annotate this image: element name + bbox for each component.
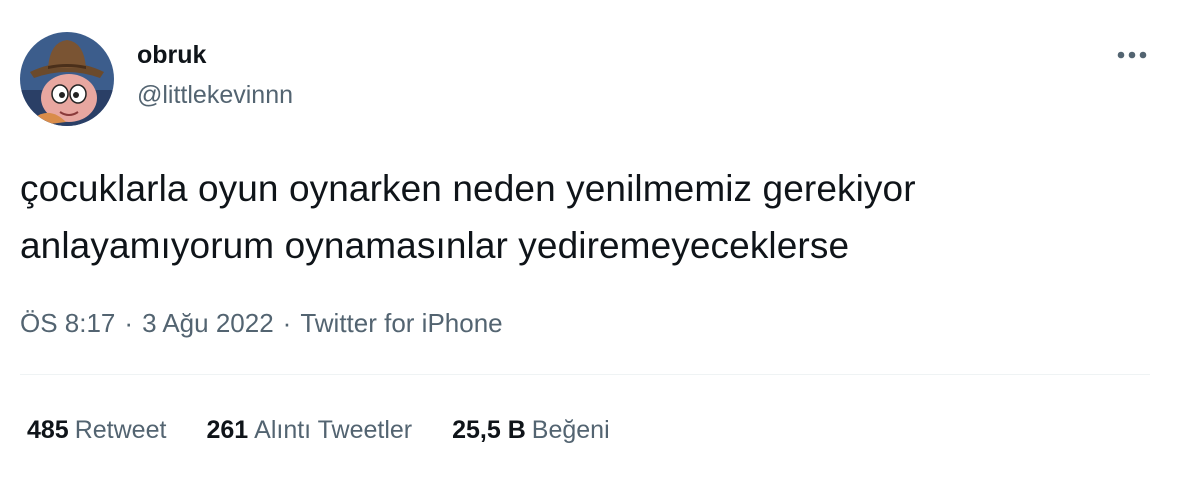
tweet-text-line: anlayamıyorum oynamasınlar yediremeyecek… <box>20 225 850 266</box>
tweet-date: 3 Ağu 2022 <box>142 308 274 338</box>
cartoon-cowboy-avatar-icon <box>20 32 114 126</box>
tweet-source[interactable]: Twitter for iPhone <box>300 308 502 338</box>
quote-count: 261 <box>206 416 249 444</box>
user-handle[interactable]: @littlekevinnn <box>137 78 293 112</box>
tweet-text: çocuklarla oyun oynarken neden yenilmemi… <box>20 160 1150 274</box>
tweet-text-line: çocuklarla oyun oynarken neden yenilmemi… <box>20 168 916 209</box>
engagement-stats: 485 Retweet 261 Alıntı Tweetler 25,5 B Beğe… <box>27 412 610 448</box>
tweet-timestamp[interactable]: ÖS 8:17 · 3 Ağu 2022 <box>20 308 274 338</box>
divider <box>20 374 1150 375</box>
retweet-count: 485 <box>27 416 69 444</box>
tweet-metadata: ÖS 8:17 · 3 Ağu 2022 · Twitter for iPhone <box>20 305 503 341</box>
quote-count-link[interactable]: 261 Alıntı Tweetler <box>206 412 412 448</box>
like-label: Beğeni <box>531 416 610 444</box>
like-count-link[interactable]: 25,5 B Beğeni <box>452 412 610 448</box>
user-info: obruk @littlekevinnn <box>137 38 293 112</box>
tweet-card: obruk @littlekevinnn çocuklarla oyun oyn… <box>0 0 1180 478</box>
more-options-button[interactable] <box>1112 40 1152 70</box>
like-count: 25,5 B <box>452 416 526 444</box>
retweet-label: Retweet <box>74 416 167 444</box>
avatar[interactable] <box>20 32 114 126</box>
tweet-time: ÖS 8:17 <box>20 308 116 338</box>
retweet-count-link[interactable]: 485 Retweet <box>27 412 166 448</box>
more-horizontal-icon <box>1117 51 1147 59</box>
meta-separator: · <box>282 308 292 338</box>
quote-label: Alıntı Tweetler <box>254 416 413 444</box>
meta-separator: · <box>124 308 134 338</box>
display-name[interactable]: obruk <box>137 38 293 72</box>
